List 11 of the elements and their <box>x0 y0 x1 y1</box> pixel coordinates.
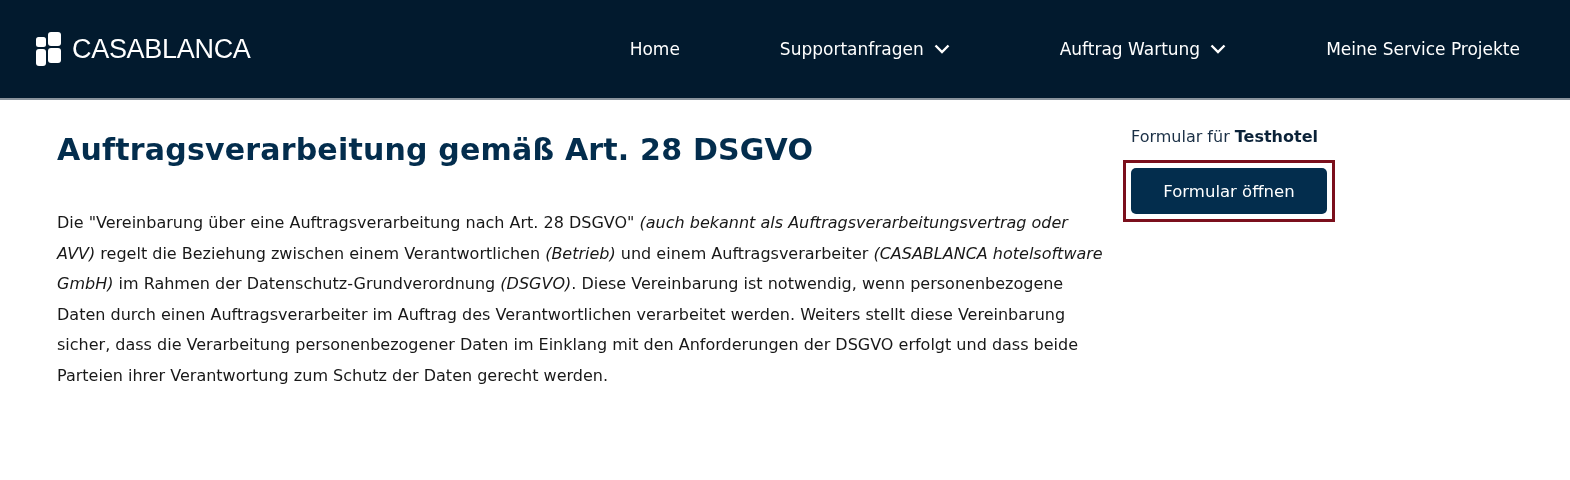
chevron-down-icon <box>933 44 950 54</box>
nav-link[interactable]: Home <box>629 39 680 59</box>
description-paragraph: Die "Vereinbarung über eine Auftragsverarbeitung nach Art. 28 DSGVO" (auch bekannt als Auftragsverarbeitungsvertrag oder AVV) regelt die Beziehung zwischen einem Verantwortlichen (Betrieb) und einem Auftragsverarbeiter (CASABLANCA hotelsoftware GmbH) im Rahmen der Datenschutz-Grundverordnung (DSGVO). Diese Vereinbarung ist notwendig, wenn personenbezogene Daten durch einen Auftragsverarbeiter im Auftrag des Verantwortlichen verarbeitet werden. Weiters stellt diese Vereinbarung sicher, dass die Verarbeitung personenbezogener Daten im Einklang mit den Anforderungen der DSGVO erfolgt und dass beide Parteien ihrer Verantwortung zum Schutz der Daten gerecht werden. <box>57 212 1104 387</box>
page-title: Auftragsverarbeitung gemäß Art. 28 DSGVO <box>57 132 815 167</box>
nav-link[interactable]: Meine Service Projekte <box>1326 39 1520 59</box>
nav-link[interactable]: Supportanfragen <box>779 39 950 59</box>
chevron-down-icon <box>1210 44 1227 54</box>
nav-link[interactable]: Auftrag Wartung <box>1059 39 1227 59</box>
open-form-button[interactable]: Formular öffnen <box>1131 168 1327 214</box>
logo-text: CASABLANCA <box>72 33 251 65</box>
form-caption: Formular für Testhotel <box>1131 127 1318 146</box>
